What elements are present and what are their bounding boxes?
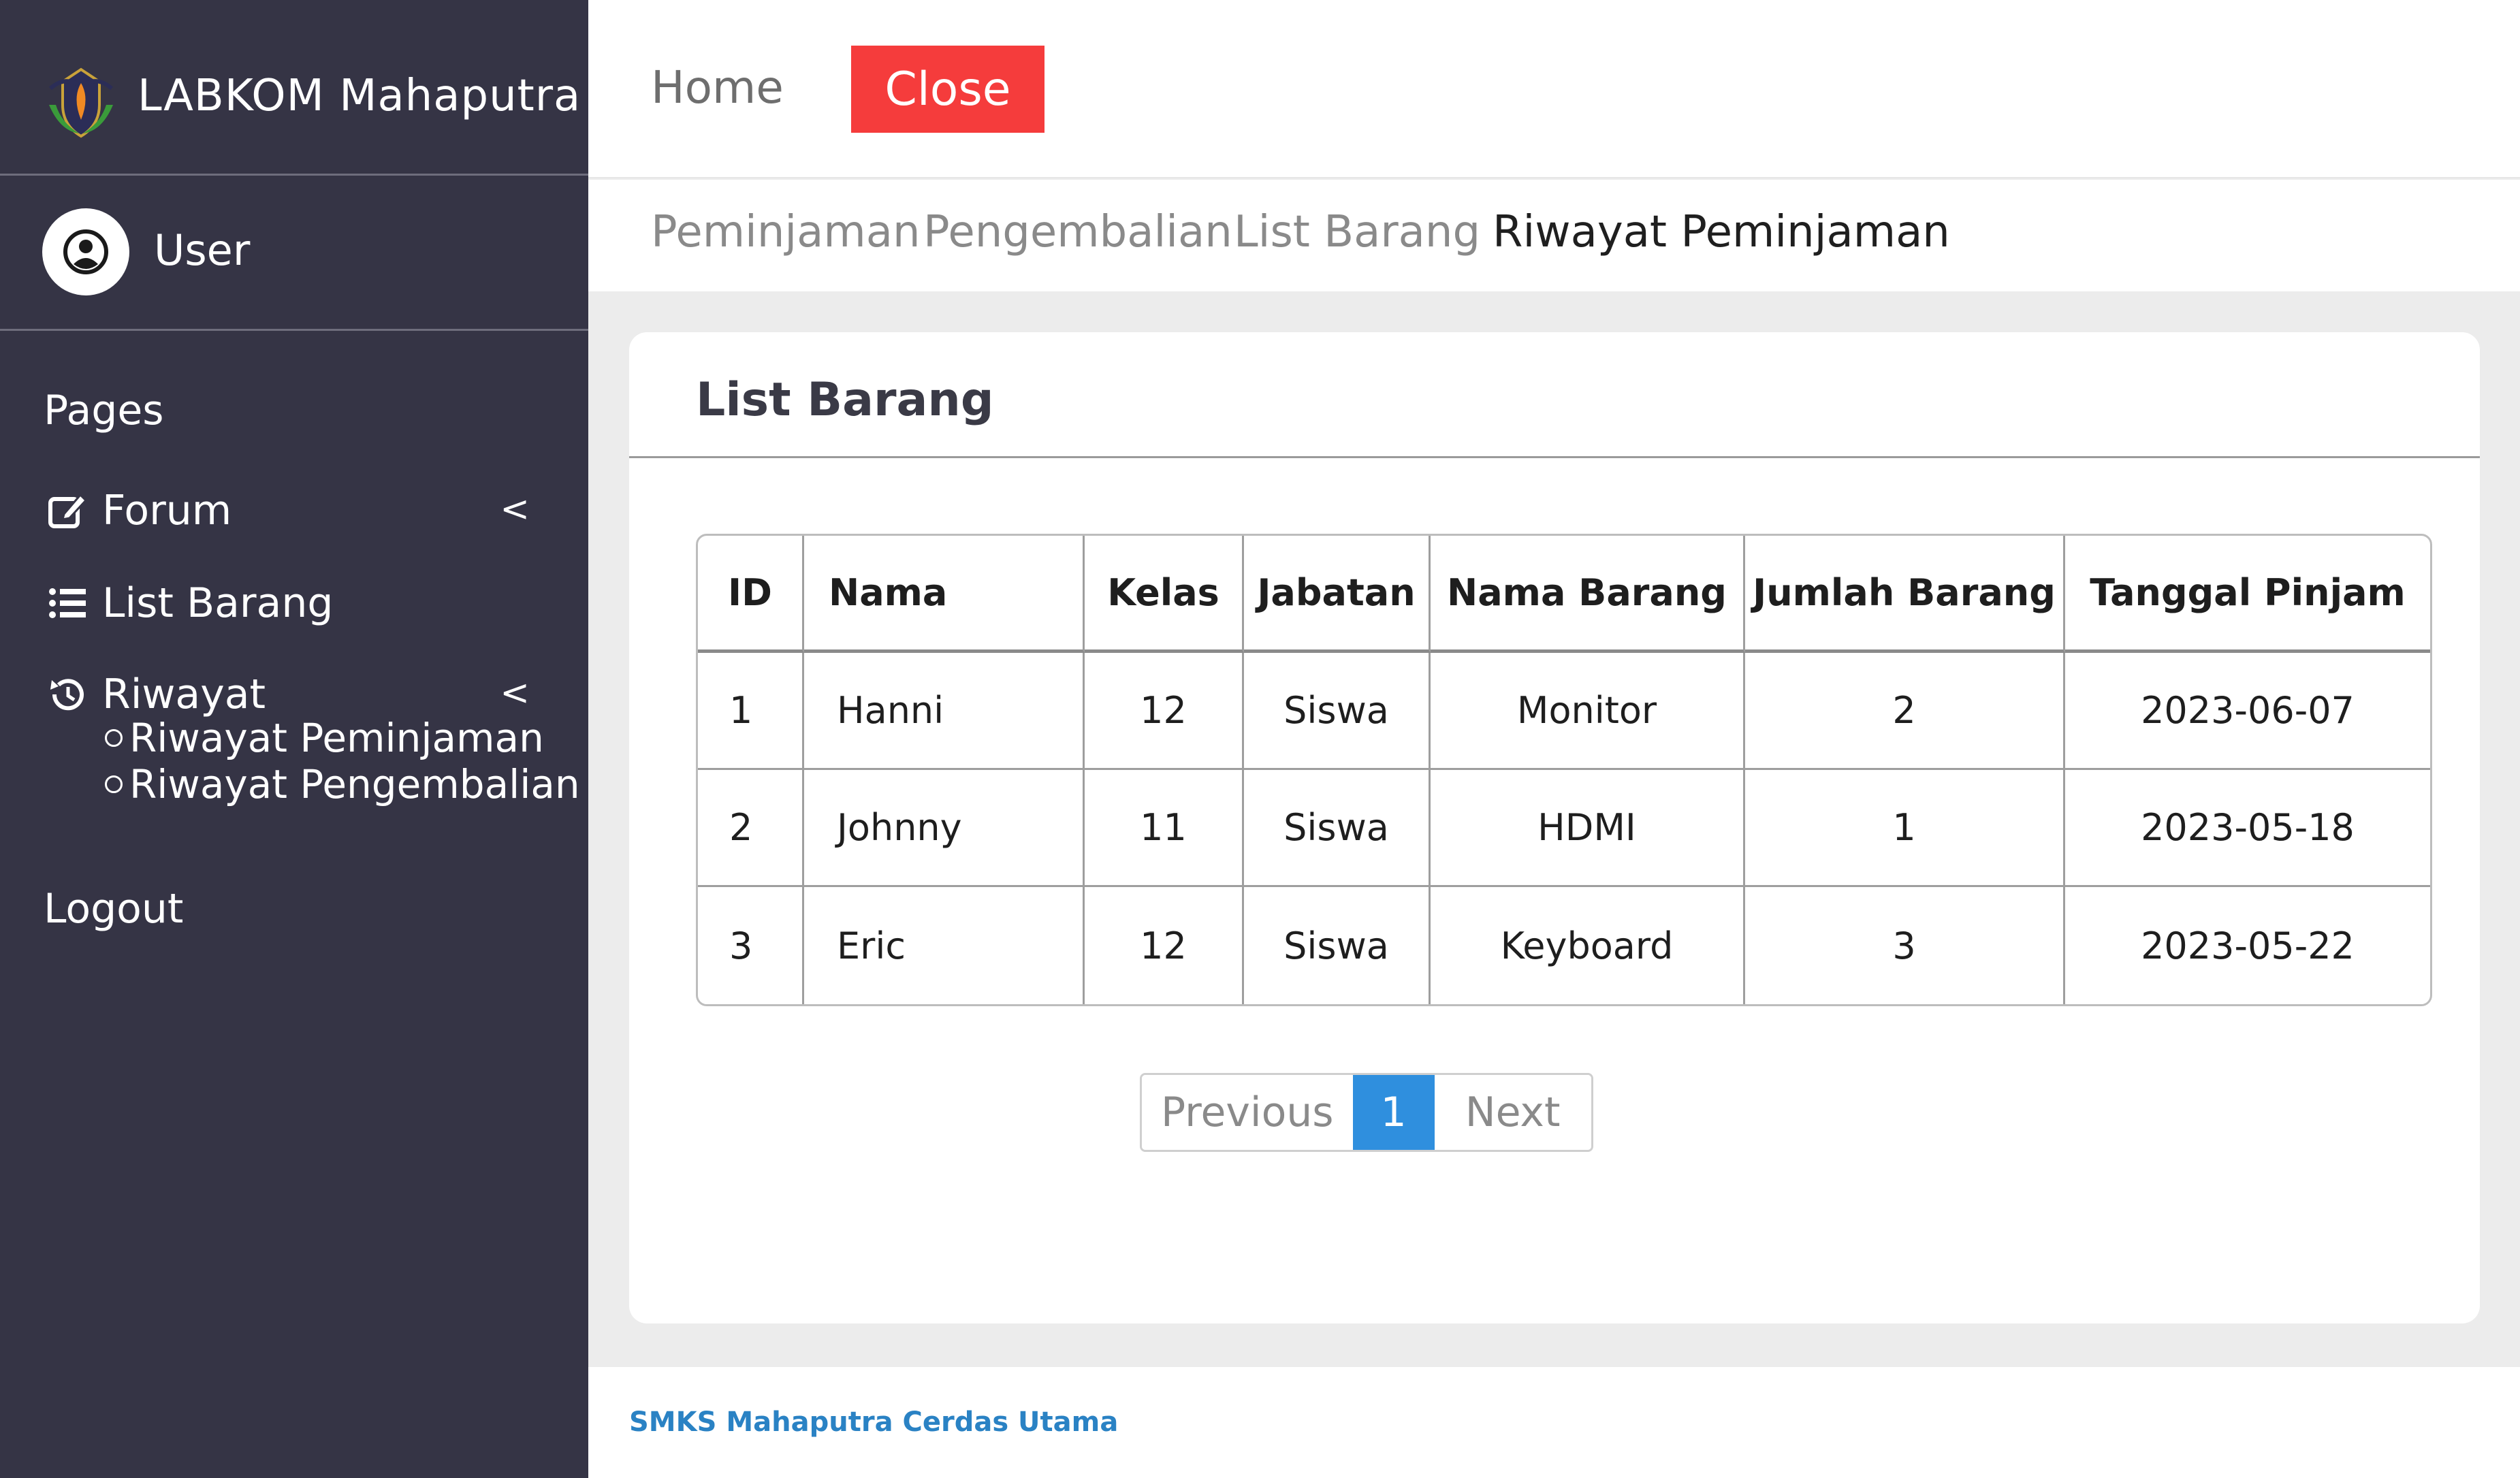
home-link[interactable]: Home [651, 61, 784, 114]
column-header[interactable]: ID [698, 536, 804, 653]
table-cell: Hanni [804, 653, 1085, 770]
tab-pengembalian[interactable]: Pengembalian [923, 207, 1232, 257]
tab-peminjaman[interactable]: Peminjaman [651, 207, 921, 257]
sidebar-subitem-riwayat-peminjaman[interactable]: Riwayat Peminjaman [105, 715, 544, 761]
sidebar-item-list-barang[interactable]: List Barang [46, 576, 564, 630]
sidebar-item-forum[interactable]: Forum < [46, 483, 564, 538]
sidebar-subitem-riwayat-pengembalian[interactable]: Riwayat Pengembalian [105, 761, 580, 807]
page-1-button[interactable]: 1 [1352, 1075, 1435, 1150]
column-header[interactable]: Nama Barang [1431, 536, 1745, 653]
sidebar: LABKOM Mahaputra User Pages Forum < List… [0, 0, 588, 1478]
list-barang-card: List Barang ID Nama Kelas Jabatan Nama B… [629, 332, 2480, 1323]
sidebar-subitem-label: Riwayat Pengembalian [129, 761, 580, 807]
table-cell: 2023-05-22 [2141, 924, 2355, 967]
table-cell: Siswa [1244, 770, 1431, 887]
table-cell: Johnny [804, 770, 1085, 887]
data-table: ID Nama Kelas Jabatan Nama Barang Jumlah… [696, 534, 2432, 1006]
next-page-button[interactable]: Next [1434, 1075, 1591, 1150]
chevron-left-icon: < [500, 489, 530, 530]
pagination: Previous 1 Next [1140, 1073, 1593, 1152]
history-icon [50, 679, 84, 711]
nav-section-header: Pages [44, 387, 164, 434]
table-cell: 11 [1085, 770, 1244, 887]
brand[interactable]: LABKOM Mahaputra [0, 0, 588, 176]
table-header-row: ID Nama Kelas Jabatan Nama Barang Jumlah… [698, 536, 2430, 653]
table-cell: 1 [1745, 770, 2065, 887]
table-cell: 1 [698, 653, 804, 770]
circle-icon [105, 775, 123, 793]
column-header[interactable]: Kelas [1085, 536, 1244, 653]
table-cell: 3 [698, 887, 804, 1004]
close-button[interactable]: Close [851, 46, 1044, 133]
table-cell: 2 [698, 770, 804, 887]
tab-list-barang[interactable]: List Barang [1234, 207, 1480, 257]
tab-riwayat-peminjaman[interactable]: Riwayat Peminjaman [1493, 207, 1950, 257]
table-cell: Eric [804, 887, 1085, 1004]
footer-text: SMKS Mahaputra Cerdas Utama [629, 1407, 1119, 1438]
column-header[interactable]: Tanggal Pinjam [2065, 536, 2430, 653]
sidebar-item-label: Forum [102, 487, 232, 534]
sidebar-item-riwayat[interactable]: Riwayat < [46, 667, 564, 722]
sidebar-item-label: List Barang [102, 579, 334, 627]
column-header[interactable]: Jumlah Barang [1745, 536, 2065, 653]
top-navbar: Home Close [588, 0, 2520, 178]
brand-name: LABKOM Mahaputra [138, 71, 581, 121]
table-row[interactable]: 2 Johnny 11 Siswa HDMI 1 2023-05-18 [698, 770, 2430, 887]
divider [629, 456, 2480, 458]
footer: SMKS Mahaputra Cerdas Utama [588, 1367, 2520, 1478]
logout-link[interactable]: Logout [44, 885, 183, 933]
table-cell: HDMI [1431, 770, 1745, 887]
table-cell: Monitor [1431, 653, 1745, 770]
table-cell: Siswa [1244, 653, 1431, 770]
table-cell: Keyboard [1431, 887, 1745, 1004]
table-row[interactable]: 1 Hanni 12 Siswa Monitor 2 2023-06-07 [698, 653, 2430, 770]
school-logo-icon [48, 67, 114, 138]
sidebar-item-label: Riwayat [102, 671, 266, 718]
column-header[interactable]: Jabatan [1244, 536, 1431, 653]
user-name: User [154, 225, 251, 275]
table-row[interactable]: 3 Eric 12 Siswa Keyboard 3 2023-05-22 [698, 887, 2430, 1004]
table-cell: Siswa [1244, 887, 1431, 1004]
table-cell: 12 [1085, 653, 1244, 770]
table-cell: 2023-06-07 [2065, 653, 2430, 770]
table-cell: 2 [1745, 653, 2065, 770]
list-icon [49, 588, 86, 618]
previous-page-button[interactable]: Previous [1142, 1075, 1353, 1150]
table-cell: 2023-05-18 [2065, 770, 2430, 887]
sub-navbar: Peminjaman Pengembalian List Barang Riwa… [588, 180, 2520, 291]
sidebar-subitem-label: Riwayat Peminjaman [129, 715, 544, 761]
chevron-left-icon: < [500, 673, 530, 713]
card-title: List Barang [696, 373, 994, 427]
avatar [42, 208, 129, 295]
table-cell: 12 [1085, 887, 1244, 1004]
column-header[interactable]: Nama [804, 536, 1085, 653]
table-cell: 3 [1745, 887, 2065, 1004]
user-circle-icon [63, 229, 108, 274]
circle-icon [105, 729, 123, 747]
user-panel[interactable]: User [0, 178, 588, 331]
edit-icon [48, 493, 88, 528]
